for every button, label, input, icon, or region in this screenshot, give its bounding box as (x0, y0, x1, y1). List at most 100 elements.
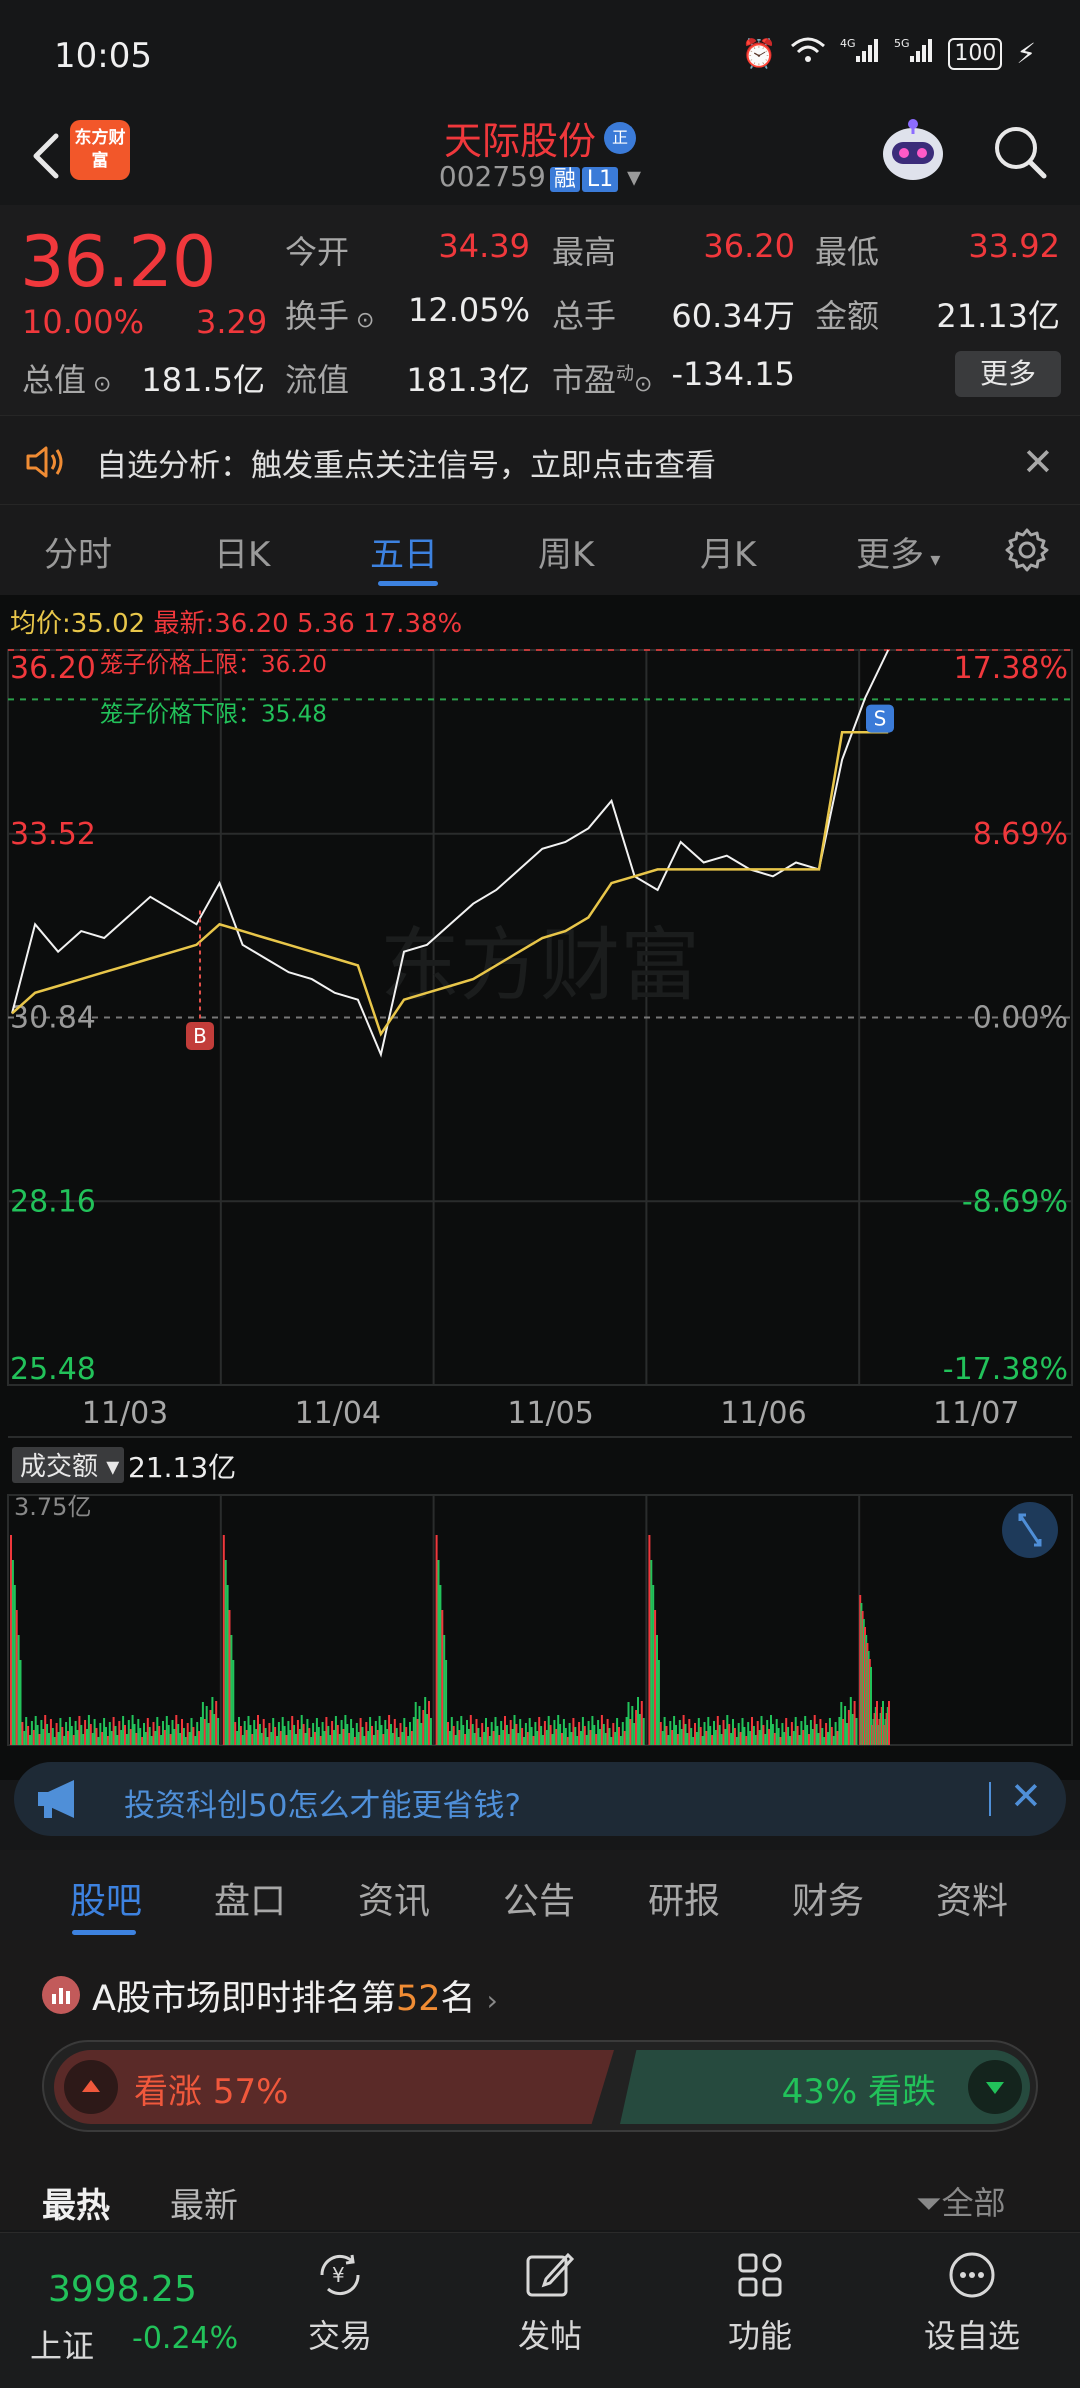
gear-icon[interactable] (1004, 527, 1050, 573)
tab-profile[interactable]: 资料 (936, 1872, 1008, 1924)
volume-bar (441, 1610, 444, 1745)
tab-five-day[interactable]: 五日 (370, 527, 438, 576)
volume-bar (532, 1736, 535, 1745)
arrow-down-icon[interactable] (968, 2060, 1022, 2114)
volume-label: 总手 (552, 297, 617, 335)
volume-bar (91, 1733, 94, 1745)
volume-bar (504, 1716, 506, 1745)
volume-bar (523, 1737, 525, 1745)
arrow-up-icon[interactable] (64, 2060, 118, 2114)
volume-bar (625, 1717, 628, 1745)
volume-bar (614, 1732, 617, 1745)
volume-bar (783, 1732, 786, 1745)
close-icon[interactable]: ✕ (1010, 1774, 1042, 1818)
margin-tag: 融 (549, 167, 580, 192)
volume-bar (374, 1721, 377, 1745)
volume-bar (340, 1720, 343, 1745)
sort-row: 最热 最新 ⏷全部 (0, 2170, 1080, 2230)
volume-bar (198, 1731, 201, 1745)
volume-bar (388, 1715, 391, 1745)
volume-bar (530, 1727, 533, 1745)
volume-bar (156, 1717, 159, 1745)
volume-bar (23, 1731, 26, 1745)
volume-bar (796, 1726, 799, 1745)
tab-intraday[interactable]: 分时 (44, 527, 112, 576)
volume-bar (428, 1701, 430, 1745)
search-icon[interactable] (990, 122, 1050, 182)
ranking-link[interactable]: A股市场即时排名第52名 › (92, 1970, 498, 2021)
volume-bar (207, 1723, 210, 1745)
sort-hot[interactable]: 最热 (42, 2178, 110, 2227)
index-change[interactable]: -0.24% (132, 2321, 238, 2356)
volume-bar (705, 1731, 708, 1745)
nav-functions[interactable]: 功能 (680, 2247, 840, 2357)
volume-bar (407, 1736, 410, 1745)
signal-banner[interactable]: 自选分析：触发重点关注信号，立即点击查看 ✕ (0, 415, 1080, 505)
volume-bar (737, 1723, 740, 1745)
volume-bar (302, 1724, 305, 1745)
ad-text: 投资科创50怎么才能更省钱? (124, 1788, 521, 1824)
volume-bar (393, 1719, 396, 1745)
tab-daily-k[interactable]: 日K (214, 527, 270, 576)
volume-bar (29, 1735, 31, 1745)
nav-post[interactable]: 发帖 (470, 2247, 630, 2357)
sort-new[interactable]: 最新 (170, 2178, 238, 2227)
filter-button[interactable]: ⏷全部 (916, 2178, 1006, 2224)
volume-bar (815, 1724, 818, 1745)
volume-bar (800, 1721, 803, 1745)
robot-assistant-icon[interactable] (878, 116, 948, 186)
tab-financials[interactable]: 财务 (792, 1872, 864, 1924)
index-name[interactable]: 上证 (30, 2321, 94, 2367)
sell-marker-label: S (874, 707, 887, 731)
y-price-tick: 33.52 (10, 817, 96, 852)
more-button[interactable]: 更多 (955, 351, 1061, 397)
volume-bar (637, 1697, 639, 1745)
volume-bar (621, 1722, 624, 1745)
tab-weekly-k[interactable]: 周K (538, 527, 594, 576)
volume-bar (682, 1715, 685, 1745)
ranking-section: A股市场即时排名第52名 › 看涨 57% 43% 看跌 (0, 1940, 1080, 2170)
close-icon[interactable]: ✕ (1022, 440, 1054, 484)
volume-bar (819, 1719, 822, 1745)
volume-bar (270, 1732, 273, 1745)
ad-banner[interactable]: 投资科创50怎么才能更省钱? ✕ (14, 1762, 1066, 1836)
tab-order-book[interactable]: 盘口 (214, 1872, 286, 1924)
volume-bar (201, 1702, 204, 1745)
tab-guba[interactable]: 股吧 (70, 1872, 142, 1924)
volume-bar (418, 1706, 421, 1745)
volume-bar (695, 1732, 698, 1745)
volume-bar (509, 1720, 512, 1745)
tab-research[interactable]: 研报 (648, 1872, 720, 1924)
nav-trade[interactable]: ¥ 交易 (260, 2247, 420, 2357)
volume-bar (566, 1737, 569, 1745)
volume-bar (291, 1716, 294, 1745)
volume-bar (34, 1716, 37, 1745)
volume-bar (576, 1736, 579, 1745)
volume-bar (707, 1717, 710, 1745)
volume-bar (412, 1717, 415, 1745)
app-logo[interactable]: 东方财富 (70, 120, 130, 180)
volume-bar (105, 1727, 107, 1745)
volume-bar (192, 1727, 195, 1745)
back-icon[interactable] (22, 124, 72, 184)
volume-bar (469, 1715, 472, 1745)
chart-area[interactable]: 均价:35.02 最新:36.20 5.36 17.38% 36.20 33.52… (0, 595, 1080, 1780)
tab-more[interactable]: 更多 ▾ (856, 527, 940, 576)
volume-bar (367, 1731, 370, 1745)
volume-bar (315, 1718, 318, 1745)
y-price-tick: 28.16 (10, 1184, 96, 1219)
signal-4g-icon: 4G (840, 36, 880, 71)
volume-bar (562, 1719, 565, 1745)
volume-bar (266, 1737, 269, 1745)
volume-bar (618, 1727, 620, 1745)
volume-bar (806, 1725, 809, 1745)
tab-monthly-k[interactable]: 月K (700, 527, 756, 576)
chevron-right-icon: › (486, 1984, 498, 2017)
tab-news[interactable]: 资讯 (358, 1872, 430, 1924)
volume-bar (224, 1560, 227, 1745)
volume-bar (730, 1733, 733, 1745)
index-value[interactable]: 3998.25 (48, 2269, 197, 2310)
nav-add-watchlist[interactable]: 设自选 (892, 2247, 1052, 2357)
tab-announcements[interactable]: 公告 (503, 1872, 575, 1924)
volume-bar (310, 1737, 313, 1745)
